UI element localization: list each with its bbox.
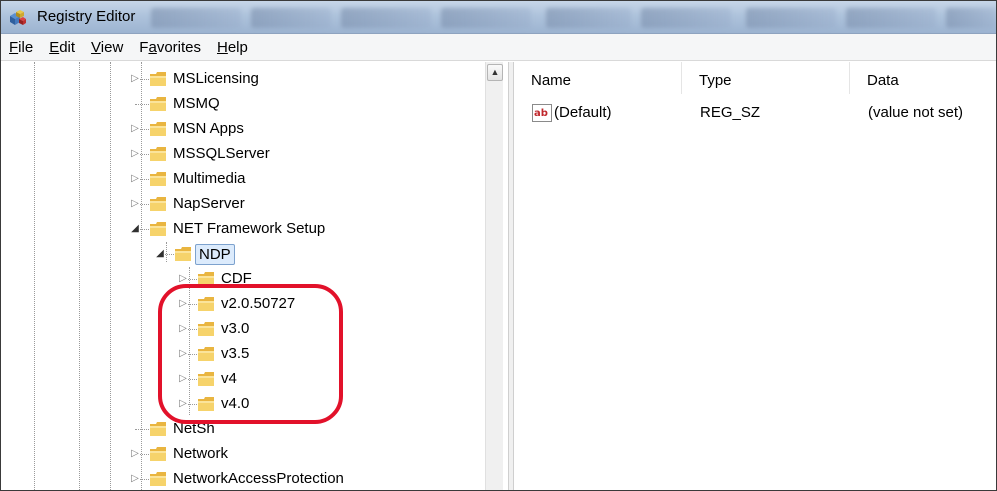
folder-icon — [149, 220, 167, 238]
folder-icon — [149, 70, 167, 88]
collapse-triangle-icon[interactable]: ◢ — [155, 248, 165, 260]
expand-triangle-icon[interactable]: ▷ — [130, 148, 140, 160]
folder-icon — [149, 170, 167, 188]
folder-icon — [149, 195, 167, 213]
menu-edit-label: dit — [59, 38, 76, 56]
values-pane[interactable]: Name Type Data ab (Default) REG_SZ (valu… — [514, 62, 996, 490]
value-data: (value not set) — [868, 104, 964, 121]
expand-triangle-icon[interactable]: ▷ — [130, 198, 140, 210]
menu-help-accel: H — [217, 38, 228, 56]
folder-icon — [149, 95, 167, 113]
menu-edit[interactable]: Edit — [49, 39, 75, 56]
column-header-name[interactable]: Name — [514, 62, 682, 94]
tree-node-msn-apps[interactable]: ▷ MSN Apps — [1, 117, 481, 142]
window-title: Registry Editor — [37, 8, 136, 25]
tree-node-mssqlserver[interactable]: ▷ MSSQLServer — [1, 142, 481, 167]
blurred-taskbar-region — [151, 8, 241, 28]
registry-editor-window: Registry Editor File Edit View Favorites… — [0, 0, 997, 491]
title-bar[interactable]: Registry Editor — [1, 1, 996, 34]
tree-node-networkaccessprotection[interactable]: ▷ NetworkAccessProtection — [1, 467, 481, 490]
menu-view[interactable]: View — [91, 39, 123, 56]
scroll-up-button[interactable]: ▲ — [487, 64, 503, 81]
blurred-taskbar-region — [846, 8, 936, 28]
value-row[interactable]: (Default) REG_SZ (value not set) — [514, 100, 996, 126]
tree-node-mslicensing[interactable]: ▷ MSLicensing — [1, 67, 481, 92]
folder-icon — [149, 470, 167, 488]
menu-edit-accel: E — [49, 38, 60, 56]
tree-node-label: NET Framework Setup — [173, 220, 326, 237]
tree-node-label: MSLicensing — [173, 70, 259, 87]
blurred-taskbar-region — [946, 8, 996, 28]
blurred-taskbar-region — [546, 8, 631, 28]
tree-node-label: MSSQLServer — [173, 145, 270, 162]
expand-triangle-icon[interactable]: ▷ — [130, 123, 140, 135]
menu-favorites-accel: a — [148, 38, 157, 56]
expand-triangle-icon[interactable]: ▷ — [130, 473, 140, 485]
folder-icon — [149, 445, 167, 463]
folder-icon — [149, 120, 167, 138]
tree-node-label: Network — [173, 445, 229, 462]
expand-triangle-icon[interactable]: ▷ — [130, 173, 140, 185]
tree-node-msmq[interactable]: MSMQ — [1, 92, 481, 117]
value-name: (Default) — [554, 104, 612, 121]
tree-node-ndp[interactable]: ◢ NDP — [1, 242, 481, 267]
menu-favorites-label: vorites — [156, 38, 201, 56]
collapse-triangle-icon[interactable]: ◢ — [130, 223, 140, 235]
menu-view-accel: V — [91, 38, 101, 56]
tree-node-label: Multimedia — [173, 170, 246, 187]
expand-triangle-icon[interactable]: ▷ — [130, 448, 140, 460]
menu-help-label: elp — [227, 38, 248, 56]
column-header-type[interactable]: Type — [682, 62, 850, 94]
tree-node-multimedia[interactable]: ▷ Multimedia — [1, 167, 481, 192]
registry-cubes-icon — [10, 10, 26, 25]
tree-node-label: NDP — [195, 244, 235, 265]
tree-node-label: NetworkAccessProtection — [173, 470, 344, 487]
blurred-taskbar-region — [341, 8, 431, 28]
menu-view-label: iew — [100, 38, 124, 56]
folder-icon — [174, 245, 192, 263]
column-header-data[interactable]: Data — [850, 62, 996, 94]
blurred-taskbar-region — [746, 8, 836, 28]
menu-file-label: ile — [18, 38, 34, 56]
tree-branch-line — [135, 429, 149, 430]
tree-node-label: MSN Apps — [173, 120, 244, 137]
tree-node-label: NapServer — [173, 195, 245, 212]
menu-help[interactable]: Help — [217, 39, 248, 56]
folder-icon — [149, 420, 167, 438]
blurred-taskbar-region — [641, 8, 731, 28]
tree-branch-line — [135, 104, 149, 105]
menu-file[interactable]: File — [9, 39, 33, 56]
menu-favorites[interactable]: Favorites — [139, 39, 201, 56]
folder-icon — [149, 145, 167, 163]
tree-node-napserver[interactable]: ▷ NapServer — [1, 192, 481, 217]
menu-bar: File Edit View Favorites Help — [1, 34, 996, 61]
tree-node-label: MSMQ — [173, 95, 220, 112]
expand-triangle-icon[interactable]: ▷ — [130, 73, 140, 85]
key-tree-pane[interactable]: ▷ MSLicensing MSMQ ▷ MSN Apps ▷ MSSQLServer ▷ Mu… — [1, 62, 509, 490]
blurred-taskbar-region — [251, 8, 331, 28]
blurred-taskbar-region — [441, 8, 531, 28]
tree-scrollbar[interactable]: ▲ — [485, 62, 503, 490]
highlight-annotation-ring — [158, 284, 343, 424]
value-type: REG_SZ — [700, 104, 761, 121]
menu-file-accel: F — [9, 38, 19, 56]
tree-node-net-framework-setup[interactable]: ◢ NET Framework Setup — [1, 217, 481, 242]
tree-node-network[interactable]: ▷ Network — [1, 442, 481, 467]
